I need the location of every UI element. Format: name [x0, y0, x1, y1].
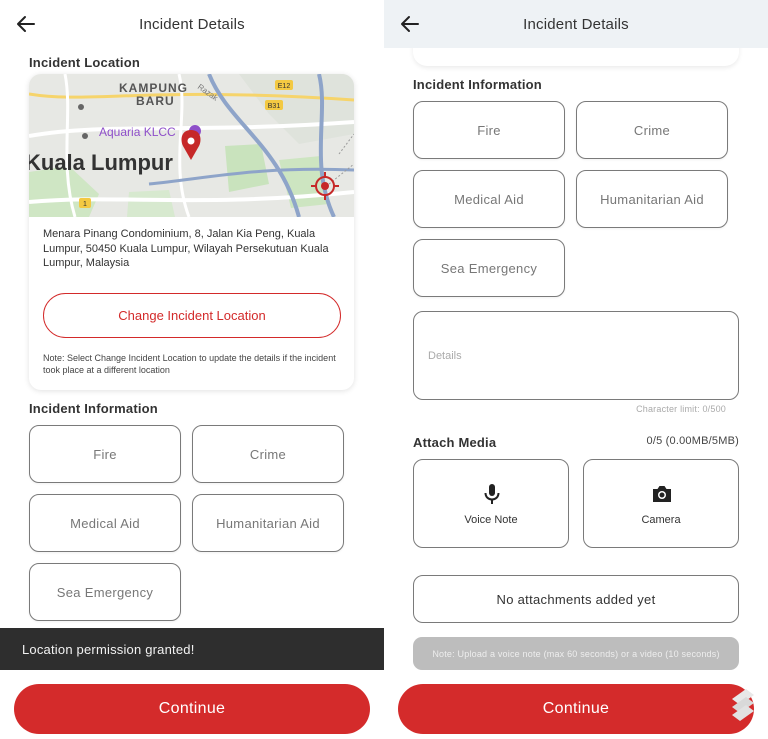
category-sea-emergency[interactable]: Sea Emergency: [413, 239, 565, 297]
character-limit: Character limit: 0/500: [636, 404, 726, 414]
place-kuala-lumpur: Kuala Lumpur: [29, 150, 173, 175]
category-medical-aid[interactable]: Medical Aid: [413, 170, 565, 228]
category-medical-aid[interactable]: Medical Aid: [29, 494, 181, 552]
incident-location-label: Incident Location: [29, 55, 141, 70]
place-kampung: KAMPUNG: [119, 81, 188, 95]
page-title: Incident Details: [139, 15, 245, 33]
road-e12-text: E12: [278, 83, 291, 90]
app-header: Incident Details: [384, 0, 768, 48]
left-screen: Incident Details Incident Location E12 B…: [0, 0, 384, 739]
back-arrow-icon[interactable]: [398, 12, 422, 36]
map-poi-icon: [78, 104, 84, 110]
voice-note-button[interactable]: Voice Note: [413, 459, 569, 548]
back-arrow-icon[interactable]: [14, 12, 38, 36]
camera-label: Camera: [641, 514, 681, 526]
place-baru: BARU: [136, 94, 175, 108]
continue-button[interactable]: Continue: [14, 684, 370, 734]
category-humanitarian-aid[interactable]: Humanitarian Aid: [576, 170, 728, 228]
upload-note: Note: Upload a voice note (max 60 second…: [413, 637, 739, 670]
camera-icon: [653, 486, 671, 502]
category-crime[interactable]: Crime: [192, 425, 344, 483]
page-title: Incident Details: [523, 15, 629, 33]
category-crime[interactable]: Crime: [576, 101, 728, 159]
incident-information-label: Incident Information: [29, 401, 158, 416]
category-sea-emergency[interactable]: Sea Emergency: [29, 563, 181, 621]
app-header: Incident Details: [0, 0, 384, 48]
continue-button[interactable]: Continue: [398, 684, 754, 734]
media-count: 0/5 (0.00MB/5MB): [646, 435, 739, 447]
category-fire[interactable]: Fire: [29, 425, 181, 483]
category-fire[interactable]: Fire: [413, 101, 565, 159]
voice-note-label: Voice Note: [464, 514, 518, 526]
details-input[interactable]: Details: [413, 311, 739, 400]
place-aquaria: Aquaria KLCC: [99, 125, 176, 139]
location-card: E12 B31 1 Razak KAMPUNG BARU Aquaria KLC…: [29, 74, 354, 390]
change-location-button[interactable]: Change Incident Location: [43, 293, 341, 338]
toast-message: Location permission granted!: [0, 628, 384, 670]
attach-media-label: Attach Media: [413, 435, 497, 450]
incident-map[interactable]: E12 B31 1 Razak KAMPUNG BARU Aquaria KLC…: [29, 74, 354, 217]
road-b31-text: B31: [268, 103, 281, 110]
microphone-icon: [484, 484, 500, 504]
location-note: Note: Select Change Incident Location to…: [43, 353, 336, 375]
watermark-logo-icon: [732, 689, 754, 721]
category-humanitarian-aid[interactable]: Humanitarian Aid: [192, 494, 344, 552]
incident-address: Menara Pinang Condominium, 8, Jalan Kia …: [43, 228, 329, 269]
incident-information-label: Incident Information: [413, 77, 542, 92]
road-1-text: 1: [83, 201, 87, 208]
camera-button[interactable]: Camera: [583, 459, 739, 548]
map-poi-icon-2: [82, 133, 88, 139]
no-attachments-box: No attachments added yet: [413, 575, 739, 623]
right-screen: Incident Details Incident Information Fi…: [384, 0, 768, 739]
